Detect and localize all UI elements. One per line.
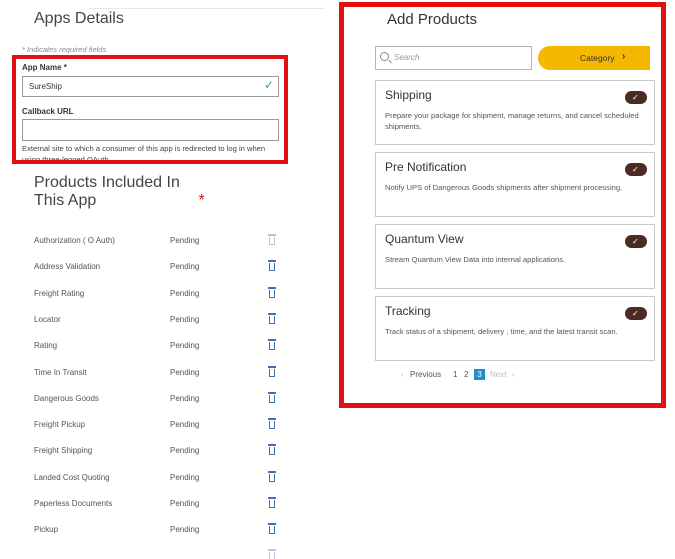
table-row: Pickup Pending — [34, 523, 294, 539]
product-card-title: Shipping — [385, 88, 432, 102]
product-card[interactable]: Tracking Track status of a shipment, deli… — [375, 296, 655, 361]
category-button[interactable]: Category › — [538, 46, 650, 70]
product-card-description: Notify UPS of Dangerous Goods shipments … — [385, 183, 623, 192]
table-row: Rating Pending — [34, 339, 294, 355]
callback-url-input[interactable] — [22, 119, 279, 141]
trash-icon[interactable] — [267, 497, 277, 509]
select-toggle[interactable]: ✓ — [625, 163, 647, 176]
product-card-title: Tracking — [385, 304, 431, 318]
product-name: Time In Transit — [34, 367, 87, 377]
table-row: Paperless Documents Pending — [34, 497, 294, 513]
status-badge: Pending — [170, 236, 200, 245]
table-row: Locator Pending — [34, 312, 294, 329]
trash-icon[interactable] — [267, 470, 277, 483]
product-card[interactable]: Pre Notification Notify UPS of Dangerous … — [375, 152, 655, 217]
table-row: Landed Cost Quoting Pending — [34, 470, 294, 487]
category-label: Category — [580, 53, 615, 63]
select-toggle[interactable]: ✓ — [625, 91, 647, 104]
check-icon: ✓ — [632, 309, 639, 318]
table-row: Freight Shipping Pending — [34, 444, 294, 460]
product-name: Freight Pickup — [34, 420, 86, 430]
app-name-input[interactable] — [22, 76, 279, 97]
product-name: Landed Cost Quoting — [34, 472, 110, 482]
trash-icon — [267, 234, 277, 246]
check-icon: ✓ — [264, 78, 275, 92]
select-toggle[interactable]: ✓ — [625, 235, 647, 248]
previous-page-link[interactable]: Previous — [410, 370, 441, 379]
page-link-3-current[interactable]: 3 — [474, 369, 485, 380]
products-included-title: Products Included In This App — [34, 174, 180, 209]
status-badge: Pending — [170, 262, 200, 272]
status-badge: Pending — [170, 420, 200, 430]
chevron-right-icon: › — [622, 51, 626, 62]
page-link-1[interactable]: 1 — [453, 370, 457, 379]
status-badge: Pending — [170, 341, 200, 351]
check-icon: ✓ — [632, 93, 639, 102]
table-row: Time In Transit Pending — [34, 365, 294, 382]
product-card-description: Stream Quantum View Data into internal a… — [385, 255, 566, 264]
trash-icon[interactable] — [267, 418, 277, 430]
callback-url-label: Callback URL — [22, 107, 74, 116]
required-star: * — [198, 192, 205, 209]
table-row: Authorization ( O Auth) Pending — [34, 234, 294, 250]
apps-details-title: Apps Details — [34, 10, 124, 27]
check-icon: ✓ — [632, 237, 639, 246]
status-badge: Pending — [170, 288, 200, 298]
trash-icon[interactable] — [267, 548, 277, 559]
status-badge: Pending — [170, 314, 200, 324]
table-row: Freight Rating Pending — [34, 286, 294, 303]
trash-icon[interactable] — [267, 312, 277, 325]
product-name: Dangerous Goods — [34, 393, 99, 403]
divider — [90, 8, 325, 9]
trash-icon[interactable] — [267, 365, 277, 378]
products-included-heading: Products Included In This App * — [34, 174, 205, 210]
trash-icon[interactable] — [267, 444, 277, 456]
status-badge: Pending — [170, 472, 200, 482]
product-name: Rating — [34, 341, 58, 351]
product-card[interactable]: Shipping Prepare your package for shipmen… — [375, 80, 655, 145]
product-name: Paperless Documents — [34, 499, 113, 508]
product-name: Freight Shipping — [34, 446, 93, 456]
status-badge: Pending — [170, 393, 200, 403]
product-card-title: Pre Notification — [385, 160, 467, 174]
status-badge: Pending — [170, 367, 200, 377]
chevron-left-icon[interactable]: ‹ — [401, 370, 404, 379]
product-name: Pickup — [34, 525, 59, 535]
table-row: Freight Pickup Pending — [34, 418, 294, 434]
next-page-link[interactable]: Next — [490, 370, 506, 379]
table-row: Dangerous Goods Pending — [34, 391, 294, 408]
status-badge: Pending — [170, 446, 200, 456]
check-icon: ✓ — [632, 165, 639, 174]
product-card-title: Quantum View — [385, 232, 464, 246]
product-card-description: Track status of a shipment, delivery , t… — [385, 327, 618, 336]
search-icon — [380, 52, 389, 61]
product-name: Authorization ( O Auth) — [34, 236, 115, 245]
status-badge: Pending — [170, 499, 200, 508]
product-name: Freight Rating — [34, 288, 85, 298]
add-products-title: Add Products — [387, 11, 478, 28]
trash-icon[interactable] — [267, 523, 277, 535]
required-fields-note: * Indicates required fields — [22, 45, 107, 54]
product-name: Address Validation — [34, 262, 101, 272]
search-placeholder: Search — [394, 53, 420, 62]
search-input[interactable]: Search — [375, 46, 532, 70]
status-badge: Pending — [170, 525, 200, 535]
chevron-right-icon[interactable]: › — [512, 370, 515, 379]
product-card[interactable]: Quantum View Stream Quantum View Data int… — [375, 224, 655, 289]
app-name-label: App Name * — [22, 63, 67, 72]
product-name: Locator — [34, 314, 61, 324]
product-card-description: Prepare your package for shipment, manag… — [385, 111, 639, 131]
table-row: Address Validation Pending — [34, 260, 294, 276]
trash-icon[interactable] — [267, 260, 277, 272]
callback-url-help: External site to which a consumer of thi… — [22, 144, 266, 160]
page-link-2[interactable]: 2 — [464, 370, 468, 379]
select-toggle[interactable]: ✓ — [625, 307, 647, 320]
trash-icon[interactable] — [267, 339, 277, 351]
trash-icon[interactable] — [267, 286, 277, 299]
trash-icon[interactable] — [267, 391, 277, 404]
